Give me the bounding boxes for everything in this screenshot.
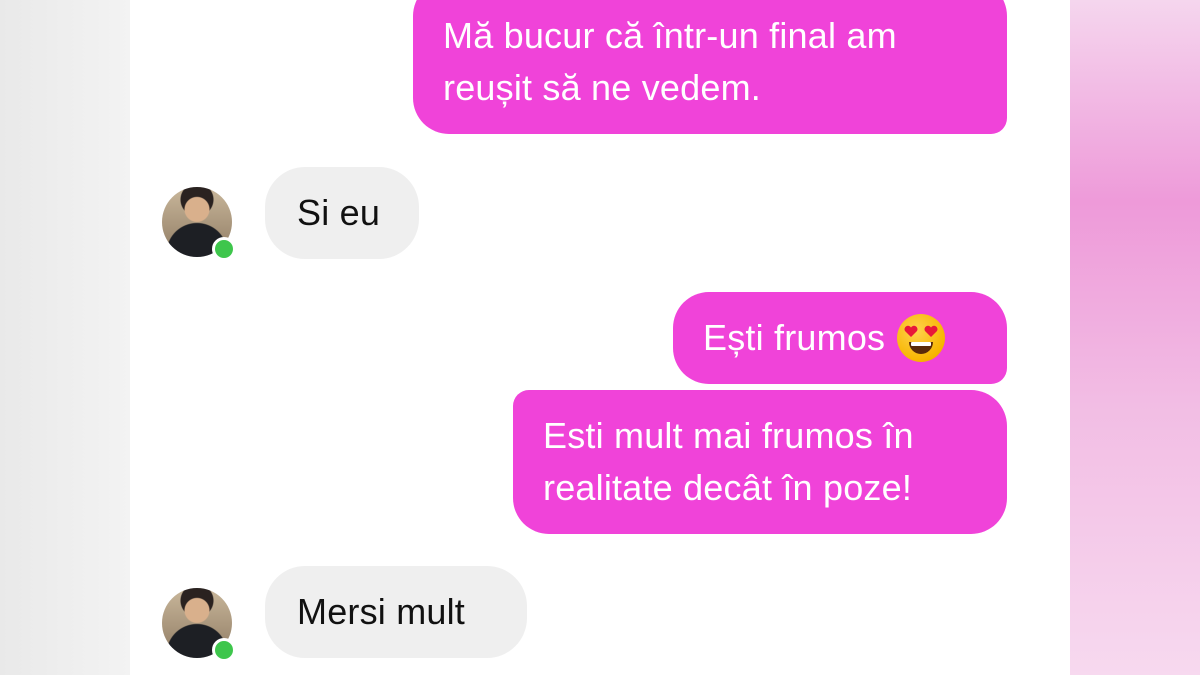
contact-avatar[interactable] xyxy=(162,588,236,662)
message-text: Mersi mult xyxy=(297,591,466,632)
chat-thread[interactable]: Mă bucur că într-un final am reușit să n… xyxy=(130,0,1070,675)
message-line: realitate decât în poze! xyxy=(543,467,913,508)
message-bubble-received[interactable]: Si eu xyxy=(265,167,419,259)
message-line: Mă bucur că într-un final am xyxy=(443,15,897,56)
contact-avatar[interactable] xyxy=(162,187,236,261)
message-text: Ești frumos xyxy=(703,317,886,358)
message-line: Esti mult mai frumos în xyxy=(543,415,914,456)
message-text: Si eu xyxy=(297,192,381,233)
online-status-icon xyxy=(212,638,236,662)
online-status-icon xyxy=(212,237,236,261)
message-bubble-sent[interactable]: Esti mult mai frumos în realitate decât … xyxy=(513,390,1007,534)
right-background xyxy=(1070,0,1200,675)
message-line: reușit să ne vedem. xyxy=(443,67,761,108)
message-bubble-sent[interactable]: Mă bucur că într-un final am reușit să n… xyxy=(413,0,1007,134)
message-bubble-sent[interactable]: Ești frumos xyxy=(673,292,1007,384)
heart-eyes-emoji-icon xyxy=(897,314,946,362)
left-background xyxy=(0,0,130,675)
message-bubble-received[interactable]: Mersi mult xyxy=(265,566,527,658)
